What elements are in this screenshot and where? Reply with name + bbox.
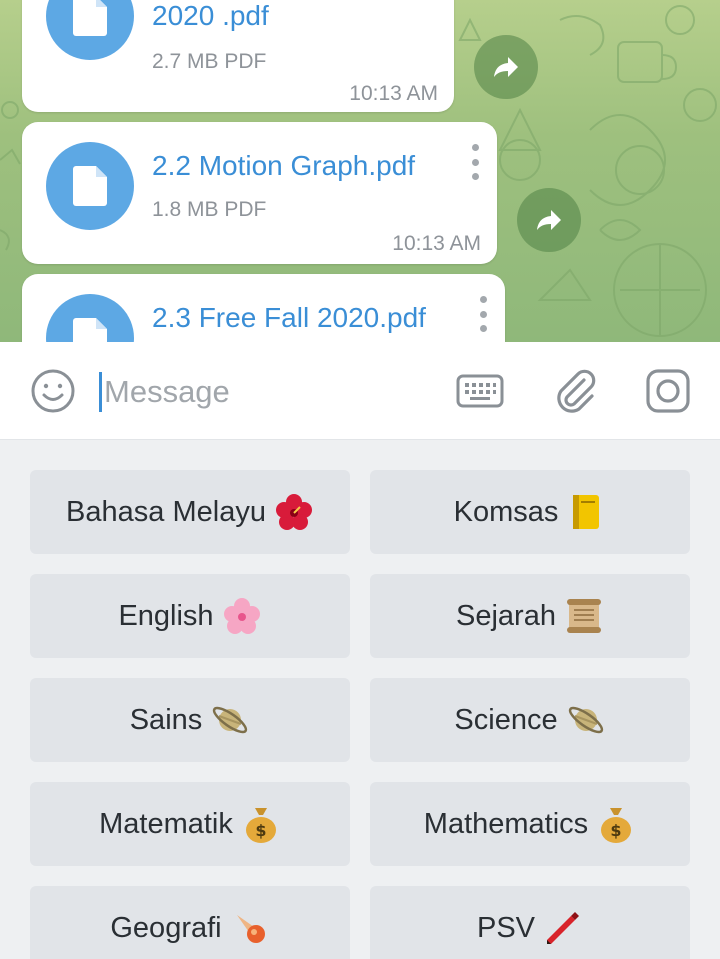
button-label: Geografi [110,911,222,944]
forward-arrow-icon [537,210,561,230]
button-label: Sains [129,703,203,736]
crayon-icon [543,908,583,948]
file-message[interactable]: 2.2 Motion Graph.pdf 1.8 MB PDF 10:13 AM [22,122,497,264]
keyboard-button-komsas[interactable]: Komsas [370,470,690,554]
button-label: Sejarah [456,599,556,632]
button-label: Science [454,703,558,736]
comet-icon [230,908,270,948]
document-icon[interactable] [46,294,134,342]
more-vertical-icon[interactable] [478,296,488,332]
svg-text:$: $ [611,821,622,840]
button-label: Komsas [453,495,559,528]
file-size: 2.7 MB PDF [152,50,267,73]
file-message[interactable]: 2.3 Free Fall 2020.pdf [22,274,505,342]
chat-area: 2020 .pdf 2.7 MB PDF 10:13 AM 2.2 Motion… [0,0,720,342]
keyboard-button-english[interactable]: English [30,574,350,658]
ledger-book-icon [566,492,606,532]
forward-arrow-icon [494,57,518,77]
camera-icon[interactable] [644,367,692,415]
cherry-blossom-icon [222,596,262,636]
file-name[interactable]: 2.3 Free Fall 2020.pdf [152,302,426,334]
forward-button[interactable] [517,188,581,252]
bot-keyboard: Bahasa Melayu Komsas English Sejarah Sai… [0,440,720,959]
message-time: 10:13 AM [349,82,438,105]
more-vertical-icon[interactable] [470,144,480,180]
money-bag-icon: $ [241,804,281,844]
message-input-bar [0,342,720,440]
keyboard-icon[interactable] [456,367,504,415]
keyboard-button-sejarah[interactable]: Sejarah [370,574,690,658]
keyboard-button-science[interactable]: Science [370,678,690,762]
button-label: PSV [476,911,536,944]
message-input[interactable] [104,368,434,416]
file-name[interactable]: 2020 .pdf [152,0,269,32]
button-label: Mathematics [423,807,589,840]
forward-button[interactable] [474,35,538,99]
file-size: 1.8 MB PDF [152,198,267,221]
scroll-icon [564,596,604,636]
ringed-planet-icon [210,700,250,740]
keyboard-button-bahasa-melayu[interactable]: Bahasa Melayu [30,470,350,554]
hibiscus-icon [274,492,314,532]
file-name[interactable]: 2.2 Motion Graph.pdf [152,150,415,182]
keyboard-button-geografi[interactable]: Geografi [30,886,350,959]
button-label: Bahasa Melayu [66,495,266,528]
keyboard-button-psv[interactable]: PSV [370,886,690,959]
ringed-planet-icon [566,700,606,740]
message-time: 10:13 AM [392,232,481,255]
file-message[interactable]: 2020 .pdf 2.7 MB PDF 10:13 AM [22,0,454,112]
keyboard-button-sains[interactable]: Sains [30,678,350,762]
button-label: English [118,599,214,632]
attach-icon[interactable] [552,367,600,415]
document-icon[interactable] [46,142,134,230]
text-caret [99,372,102,412]
money-bag-icon: $ [596,804,636,844]
keyboard-button-mathematics[interactable]: Mathematics $ [370,782,690,866]
emoji-icon[interactable] [29,367,77,415]
svg-text:$: $ [255,821,266,840]
button-label: Matematik [99,807,233,840]
document-icon[interactable] [46,0,134,60]
keyboard-button-matematik[interactable]: Matematik $ [30,782,350,866]
